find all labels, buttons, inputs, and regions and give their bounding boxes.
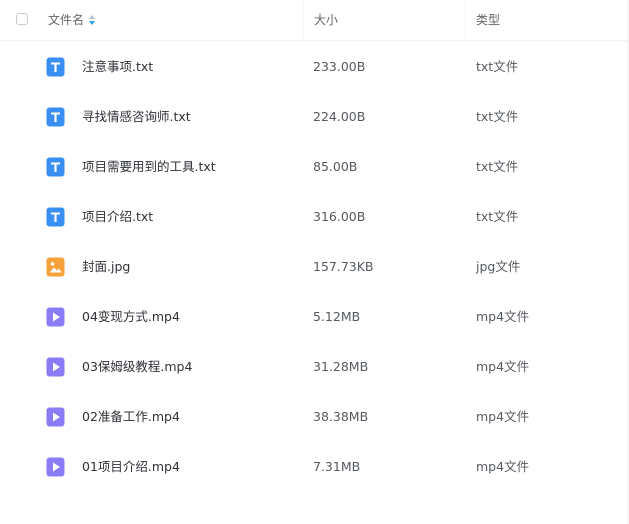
column-header-type-label: 类型	[476, 13, 501, 27]
video-file-icon	[46, 307, 65, 327]
table-row[interactable]: 项目需要用到的工具.txt 85.00B txt文件	[0, 142, 628, 192]
file-table: 文件名 大小 类型 注意事项.txt 233.00B txt文件 寻找情感咨询师.tx…	[0, 0, 628, 524]
file-size: 224.00B	[313, 109, 366, 124]
table-row[interactable]: 02准备工作.mp4 38.38MB mp4文件	[0, 392, 628, 442]
file-type: jpg文件	[476, 259, 521, 274]
file-size: 233.00B	[313, 59, 366, 74]
file-name[interactable]: 02准备工作.mp4	[82, 392, 180, 442]
file-size: 38.38MB	[313, 409, 369, 424]
file-type: txt文件	[476, 159, 519, 174]
column-header-name-label: 文件名	[48, 13, 85, 27]
file-size: 316.00B	[313, 209, 366, 224]
column-header-size-label: 大小	[314, 13, 339, 27]
table-row[interactable]: 注意事项.txt 233.00B txt文件	[0, 42, 628, 92]
column-header-size[interactable]: 大小	[303, 0, 465, 40]
file-type: mp4文件	[476, 359, 530, 374]
file-name[interactable]: 项目需要用到的工具.txt	[82, 142, 216, 192]
file-size: 5.12MB	[313, 309, 361, 324]
text-file-icon	[46, 107, 65, 127]
file-type: mp4文件	[476, 309, 530, 324]
column-header-type[interactable]: 类型	[465, 0, 628, 40]
video-file-icon	[46, 457, 65, 477]
file-size: 85.00B	[313, 159, 358, 174]
file-size: 7.31MB	[313, 459, 361, 474]
column-header-name[interactable]: 文件名	[48, 0, 96, 40]
file-name[interactable]: 04变现方式.mp4	[82, 292, 180, 342]
file-name[interactable]: 注意事项.txt	[82, 42, 153, 92]
video-file-icon	[46, 357, 65, 377]
file-type: mp4文件	[476, 409, 530, 424]
file-size: 157.73KB	[313, 259, 374, 274]
table-row[interactable]: 封面.jpg 157.73KB jpg文件	[0, 242, 628, 292]
file-name[interactable]: 寻找情感咨询师.txt	[82, 92, 191, 142]
file-type: txt文件	[476, 109, 519, 124]
table-row[interactable]: 寻找情感咨询师.txt 224.00B txt文件	[0, 92, 628, 142]
sort-icon[interactable]	[88, 14, 96, 26]
text-file-icon	[46, 157, 65, 177]
file-type: txt文件	[476, 59, 519, 74]
file-type: txt文件	[476, 209, 519, 224]
select-all-checkbox[interactable]	[16, 13, 28, 25]
table-row[interactable]: 项目介绍.txt 316.00B txt文件	[0, 192, 628, 242]
file-name[interactable]: 03保姆级教程.mp4	[82, 342, 192, 392]
text-file-icon	[46, 207, 65, 227]
file-name[interactable]: 项目介绍.txt	[82, 192, 153, 242]
file-list: 注意事项.txt 233.00B txt文件 寻找情感咨询师.txt 224.00B tx…	[0, 42, 628, 492]
text-file-icon	[46, 57, 65, 77]
table-row[interactable]: 03保姆级教程.mp4 31.28MB mp4文件	[0, 342, 628, 392]
table-header: 文件名 大小 类型	[0, 0, 627, 41]
file-type: mp4文件	[476, 459, 530, 474]
file-size: 31.28MB	[313, 359, 369, 374]
image-file-icon	[46, 257, 65, 277]
table-row[interactable]: 04变现方式.mp4 5.12MB mp4文件	[0, 292, 628, 342]
video-file-icon	[46, 407, 65, 427]
file-name[interactable]: 01项目介绍.mp4	[82, 442, 180, 492]
file-name[interactable]: 封面.jpg	[82, 242, 130, 292]
table-row[interactable]: 01项目介绍.mp4 7.31MB mp4文件	[0, 442, 628, 492]
